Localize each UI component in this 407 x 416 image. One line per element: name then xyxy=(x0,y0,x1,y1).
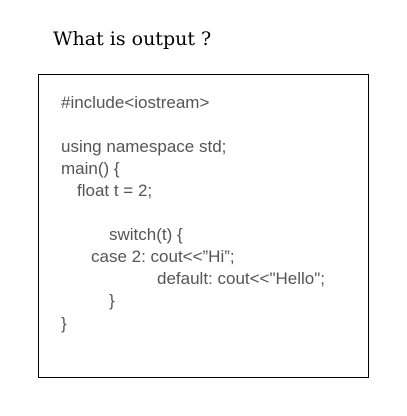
code-line-case-2: case 2: cout<<”Hi”; xyxy=(91,247,235,266)
question-title: What is output ? xyxy=(53,28,212,50)
code-line-main-close: } xyxy=(61,314,67,333)
code-box: #include<iostream> using namespace std; … xyxy=(38,74,369,378)
code-line-switch-close: } xyxy=(109,291,115,310)
code-line-float-declaration: float t = 2; xyxy=(77,181,153,200)
code-line-include: #include<iostream> xyxy=(61,93,210,112)
code-line-switch: switch(t) { xyxy=(109,225,183,244)
code-line-using-namespace: using namespace std; xyxy=(61,137,227,156)
code-line-default: default: cout<<"Hello"; xyxy=(157,269,326,288)
code-line-main: main() { xyxy=(61,159,120,178)
